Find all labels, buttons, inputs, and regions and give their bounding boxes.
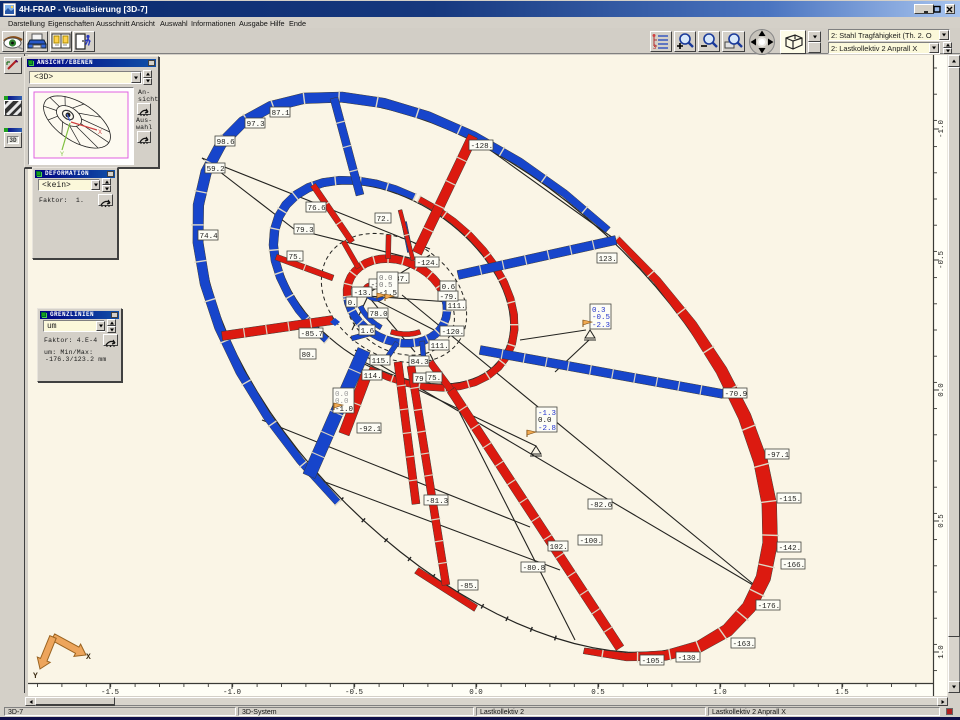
svg-text:-176.: -176. <box>758 603 781 611</box>
svg-text:-79.: -79. <box>440 294 458 302</box>
svg-text:-1.0: -1.0 <box>938 120 946 139</box>
svg-text:1.6: 1.6 <box>361 328 375 336</box>
svg-text:-70.9: -70.9 <box>725 391 748 399</box>
svg-text:-142.: -142. <box>779 545 802 553</box>
svg-text:Y: Y <box>60 152 64 158</box>
svg-text:-128.: -128. <box>471 143 494 151</box>
svg-text:123.: 123. <box>599 256 617 264</box>
svg-text:0.6: 0.6 <box>442 284 456 292</box>
svg-text:0.: 0. <box>348 300 357 308</box>
svg-text:-92.1: -92.1 <box>359 426 382 434</box>
svg-text:78.0: 78.0 <box>370 311 389 319</box>
svg-text:-81.3: -81.3 <box>426 498 449 506</box>
svg-text:-85.: -85. <box>460 583 478 591</box>
svg-text:-100.: -100. <box>580 538 603 546</box>
svg-text:0.5: 0.5 <box>938 514 946 528</box>
svg-text:97.3: 97.3 <box>247 121 266 129</box>
svg-text:-1.0: -1.0 <box>335 406 354 414</box>
svg-text:75.: 75. <box>428 375 442 383</box>
svg-text:-166.: -166. <box>783 562 806 570</box>
svg-text:-115.: -115. <box>779 496 802 504</box>
svg-text:-0.5: -0.5 <box>938 251 946 270</box>
svg-text:75.: 75. <box>289 254 303 262</box>
svg-text:-1.0: -1.0 <box>223 689 242 697</box>
svg-text:87.1: 87.1 <box>272 110 291 118</box>
svg-text:76.6: 76.6 <box>308 205 327 213</box>
svg-text:Y: Y <box>33 672 38 681</box>
svg-text:59.2: 59.2 <box>207 166 225 174</box>
svg-text:111.: 111. <box>448 303 466 311</box>
svg-text:114.: 114. <box>364 373 382 381</box>
svg-text:-105.: -105. <box>642 658 665 666</box>
svg-text:-2.8: -2.8 <box>538 425 556 433</box>
svg-text:-120.: -120. <box>442 329 465 337</box>
svg-text:-124.: -124. <box>417 260 440 268</box>
svg-text:X: X <box>98 130 102 136</box>
svg-text:-163.: -163. <box>733 641 756 649</box>
svg-text:-2.3: -2.3 <box>592 322 611 330</box>
svg-text:72.: 72. <box>377 216 391 224</box>
svg-text:-0.5: -0.5 <box>345 689 364 697</box>
svg-text:0.5: 0.5 <box>591 689 605 697</box>
svg-text:-0.5: -0.5 <box>592 314 611 322</box>
svg-text:0.0: 0.0 <box>538 417 552 425</box>
svg-text:1.0: 1.0 <box>713 689 727 697</box>
svg-text:-97.1: -97.1 <box>767 452 790 460</box>
svg-text:-1.5: -1.5 <box>101 689 120 697</box>
svg-text:1.5: 1.5 <box>835 689 849 697</box>
svg-text:0.0: 0.0 <box>938 383 946 397</box>
svg-text:80.: 80. <box>302 352 316 360</box>
svg-text:111.: 111. <box>431 343 449 351</box>
svg-text:79.3: 79.3 <box>296 227 315 235</box>
svg-text:-85.7: -85.7 <box>301 331 324 339</box>
svg-text:84.3: 84.3 <box>411 359 430 367</box>
svg-text:1.0: 1.0 <box>938 645 946 659</box>
svg-text:0.0: 0.0 <box>469 689 483 697</box>
svg-text:X: X <box>86 653 91 662</box>
svg-text:74.4: 74.4 <box>200 233 219 241</box>
svg-text:98.6: 98.6 <box>217 139 236 147</box>
svg-text:-82.6: -82.6 <box>590 502 613 510</box>
svg-text:-130.: -130. <box>678 655 701 663</box>
svg-text:0.5: 0.5 <box>379 282 393 290</box>
svg-text:115.: 115. <box>372 358 390 366</box>
svg-text:102.: 102. <box>550 544 568 552</box>
svg-text:-80.8: -80.8 <box>523 565 546 573</box>
